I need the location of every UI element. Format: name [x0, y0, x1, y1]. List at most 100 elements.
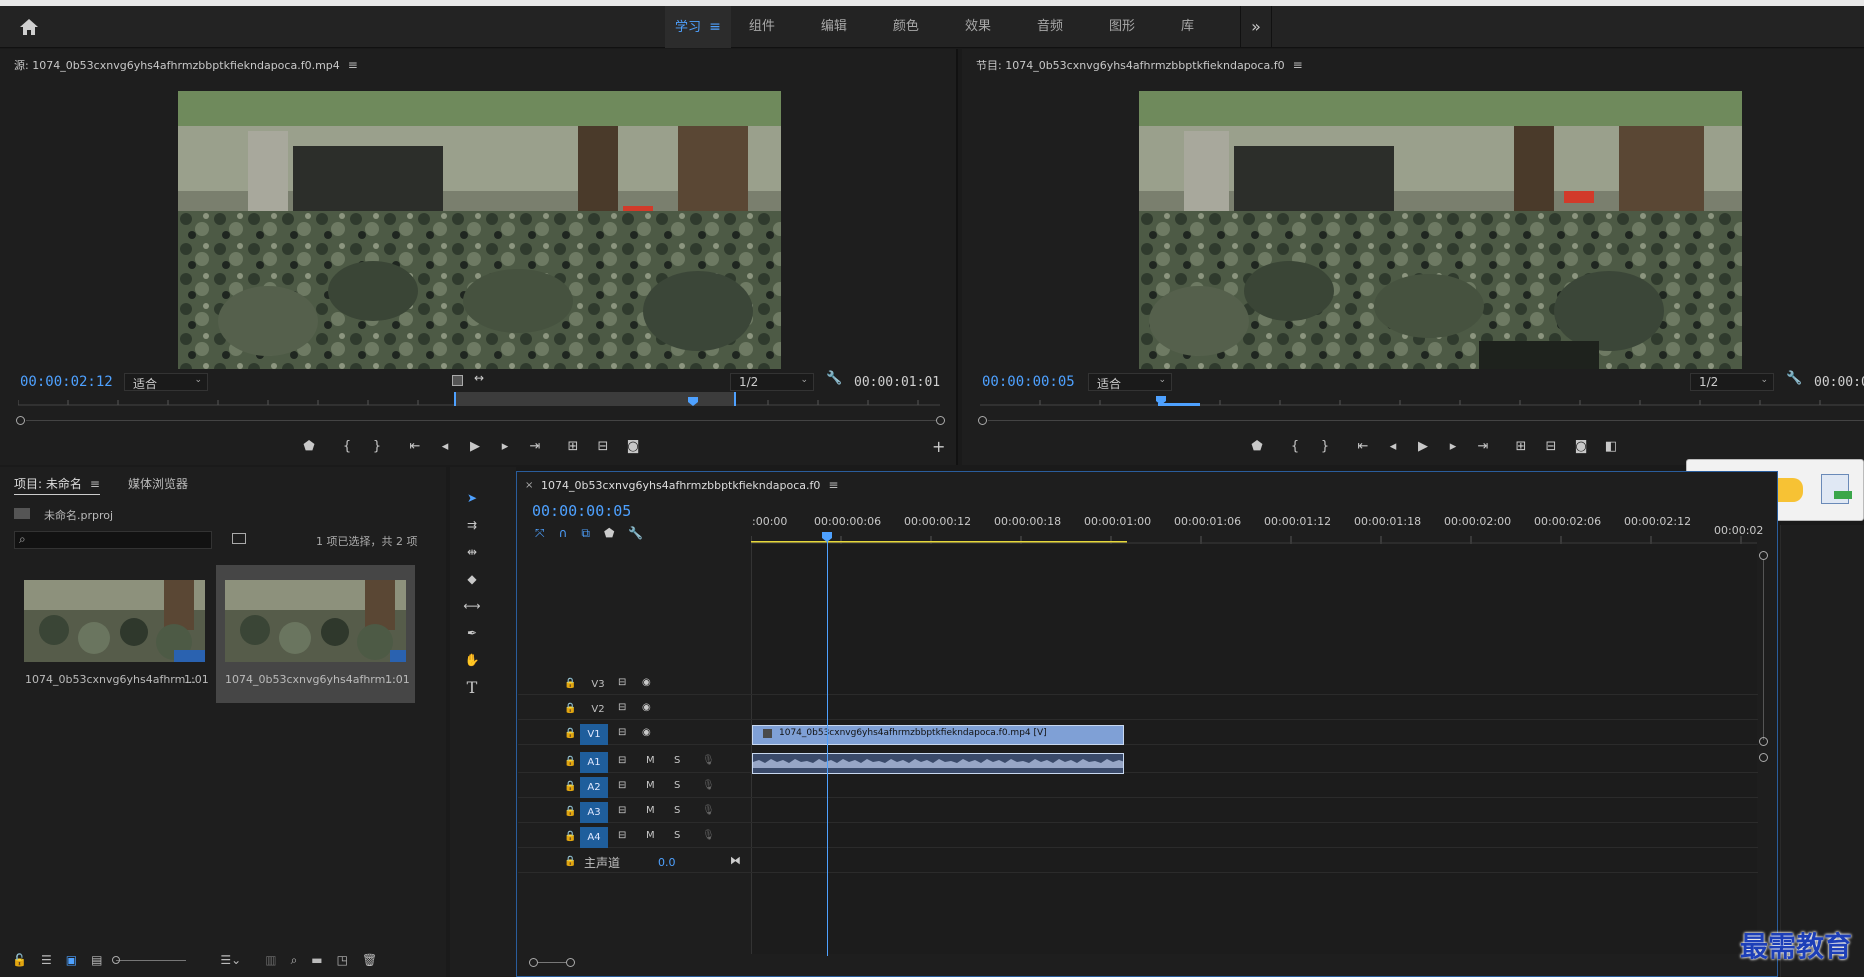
tab-editing[interactable]: 编辑 [817, 6, 851, 48]
timeline-settings-wrench-icon[interactable]: 🔧 [628, 526, 643, 541]
project-item[interactable]: 1074_0b53cxnvg6yhs4afhrm... 1:01 [18, 565, 209, 686]
tab-project[interactable]: 项目: 未命名 ≡ [14, 475, 100, 495]
automate-icon[interactable]: ▥ [265, 953, 276, 967]
source-insert-icon[interactable]: ↔ [474, 371, 484, 385]
lock-icon[interactable]: 🔒 [564, 756, 576, 767]
export-frame-camera-icon[interactable]: ◙ [618, 435, 648, 457]
microphone-icon[interactable]: 🎙 [702, 755, 715, 766]
go-to-in-icon[interactable]: ⇤ [400, 435, 430, 457]
timeline-vscroll-bar[interactable] [1763, 560, 1764, 740]
track-name-a4[interactable]: A4 [580, 827, 608, 848]
program-zoom-bar[interactable] [988, 420, 1864, 421]
pen-tool-icon[interactable]: ✒ [460, 622, 484, 644]
solo-button[interactable]: S [674, 830, 680, 841]
sync-lock-icon[interactable]: ⊟ [618, 677, 626, 688]
new-item-icon[interactable]: ◳ [337, 953, 348, 967]
tab-graphics[interactable]: 图形 [1105, 6, 1139, 48]
sync-lock-icon[interactable]: ⊟ [618, 805, 626, 816]
snap-magnet-icon[interactable]: ∩ [559, 526, 568, 541]
new-bin-folder-icon[interactable]: ▬ [311, 953, 322, 967]
hand-tool-icon[interactable]: ✋ [460, 649, 484, 671]
lock-icon[interactable]: 🔒 [564, 678, 576, 689]
more-workspaces-icon[interactable]: » [1240, 6, 1272, 48]
tab-assembly[interactable]: 组件 [745, 6, 779, 48]
eye-icon[interactable]: ◉ [642, 727, 651, 738]
panel-menu-icon[interactable]: ≡ [348, 58, 358, 72]
freeform-view-icon[interactable]: ▤ [91, 953, 102, 967]
mark-in-icon[interactable]: { [332, 435, 362, 457]
timeline-vscroll-top-handle[interactable] [1759, 551, 1768, 560]
tab-learn[interactable]: 学习 ≡ [665, 6, 731, 48]
panel-menu-icon[interactable]: ≡ [828, 478, 838, 492]
source-zoom-end-handle[interactable] [936, 416, 945, 425]
lock-icon[interactable]: 🔒 [564, 703, 576, 714]
eye-icon[interactable]: ◉ [642, 702, 651, 713]
source-zoom-bar[interactable] [26, 420, 936, 421]
type-tool-icon[interactable]: T [460, 676, 484, 698]
step-forward-icon[interactable]: ▸ [490, 435, 520, 457]
timeline-audio-scroll-handle[interactable] [1759, 753, 1768, 762]
tab-libraries[interactable]: 库 [1177, 6, 1198, 48]
sync-lock-icon[interactable]: ⊟ [618, 755, 626, 766]
track-name-v2[interactable]: V2 [584, 699, 612, 720]
program-ruler[interactable] [980, 392, 1864, 406]
export-frame-camera-icon[interactable]: ◙ [1566, 435, 1596, 457]
sync-lock-icon[interactable]: ⊟ [618, 780, 626, 791]
selection-tool-icon[interactable]: ➤ [460, 487, 484, 509]
timeline-current-time[interactable]: 00:00:00:05 [532, 502, 631, 520]
timeline-track-area[interactable] [751, 544, 1757, 954]
lock-icon[interactable]: 🔒 [564, 781, 576, 792]
trash-icon[interactable]: 🗑 [362, 953, 377, 967]
playhead-line[interactable] [827, 532, 828, 956]
tab-media-browser[interactable]: 媒体浏览器 [128, 475, 188, 492]
slip-tool-icon[interactable]: ⟷ [460, 595, 484, 617]
sequence-tab-title[interactable]: 1074_0b53cxnvg6yhs4afhrmzbbptkfiekndapoc… [541, 478, 838, 492]
eye-icon[interactable]: ◉ [642, 677, 651, 688]
project-item-selected[interactable]: 1074_0b53cxnvg6yhs4afhrm... 1:01 [216, 565, 415, 703]
home-icon[interactable] [18, 17, 40, 37]
ripple-edit-tool-icon[interactable]: ⇹ [460, 541, 484, 563]
program-settings-wrench-icon[interactable]: 🔧 [1786, 371, 1802, 386]
track-name-v1[interactable]: V1 [580, 724, 608, 745]
timeline-hzoom-end-handle[interactable] [566, 958, 575, 967]
tab-effects[interactable]: 效果 [961, 6, 995, 48]
go-to-out-icon[interactable]: ⇥ [520, 435, 550, 457]
program-monitor-title[interactable]: 节目: 1074_0b53cxnvg6yhs4afhrmzbbptkfieknd… [976, 57, 1303, 73]
panel-menu-icon[interactable]: ≡ [90, 477, 100, 491]
source-overlay-icon[interactable] [452, 375, 463, 386]
track-name-a3[interactable]: A3 [580, 802, 608, 823]
master-volume-value[interactable]: 0.0 [658, 856, 676, 869]
mark-out-icon[interactable]: } [1310, 435, 1340, 457]
add-marker-icon[interactable]: ⬟ [604, 526, 614, 541]
lock-icon[interactable]: 🔒 [564, 831, 576, 842]
go-to-out-icon[interactable]: ⇥ [1468, 435, 1498, 457]
step-forward-icon[interactable]: ▸ [1438, 435, 1468, 457]
list-view-icon[interactable]: ☰ [41, 953, 52, 967]
source-resolution-dropdown[interactable]: 1/2 ⌄ [730, 373, 814, 391]
go-to-end-icon[interactable]: ⧓ [730, 854, 741, 867]
source-fit-dropdown[interactable]: 适合 ⌄ [124, 373, 208, 391]
play-icon[interactable]: ▶ [460, 435, 490, 457]
comparison-view-icon[interactable]: ◧ [1596, 435, 1626, 457]
program-fit-dropdown[interactable]: 适合 ⌄ [1088, 373, 1172, 391]
solo-button[interactable]: S [674, 805, 680, 816]
mute-button[interactable]: M [646, 755, 655, 766]
program-resolution-dropdown[interactable]: 1/2 ⌄ [1690, 373, 1774, 391]
tab-color[interactable]: 颜色 [889, 6, 923, 48]
solo-button[interactable]: S [674, 755, 680, 766]
sync-lock-icon[interactable]: ⊟ [618, 727, 626, 738]
track-name-v3[interactable]: V3 [584, 674, 612, 695]
audio-clip-a1[interactable] [752, 753, 1124, 774]
source-monitor-title[interactable]: 源: 1074_0b53cxnvg6yhs4afhrmzbbptkfieknda… [14, 57, 358, 73]
linked-selection-icon[interactable]: ⧉ [581, 526, 590, 541]
source-settings-wrench-icon[interactable]: 🔧 [826, 371, 842, 386]
overwrite-icon[interactable]: ⊟ [588, 435, 618, 457]
tab-audio[interactable]: 音频 [1033, 6, 1067, 48]
play-icon[interactable]: ▶ [1408, 435, 1438, 457]
lock-icon[interactable]: 🔒 [564, 856, 576, 867]
solo-button[interactable]: S [674, 780, 680, 791]
microphone-icon[interactable]: 🎙 [702, 780, 715, 791]
go-to-in-icon[interactable]: ⇤ [1348, 435, 1378, 457]
notes-export-icon[interactable] [1821, 474, 1852, 504]
sort-icon[interactable]: ☰⌄ [220, 953, 241, 967]
